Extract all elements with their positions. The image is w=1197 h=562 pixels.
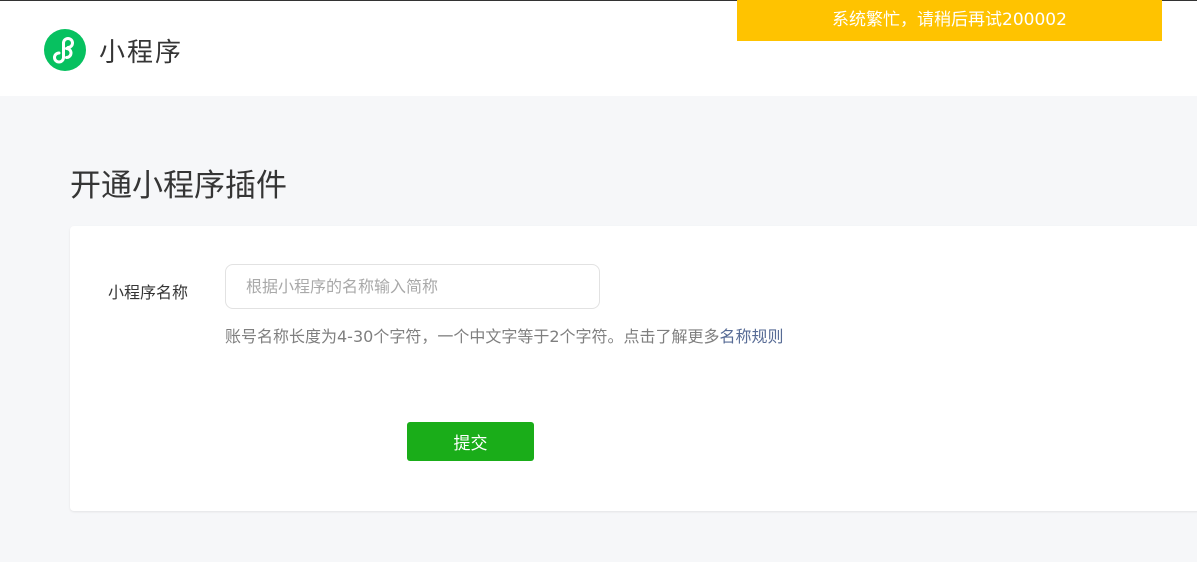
miniprogram-logo-icon xyxy=(44,29,86,71)
name-input[interactable] xyxy=(225,264,600,309)
name-rules-link[interactable]: 名称规则 xyxy=(720,327,784,346)
name-hint-text: 账号名称长度为4-30个字符，一个中文字等于2个字符。点击了解更多 xyxy=(225,327,720,346)
name-field-label: 小程序名称 xyxy=(108,283,189,302)
form-card: 小程序名称 账号名称长度为4-30个字符，一个中文字等于2个字符。点击了解更多名… xyxy=(70,226,1197,511)
page-title: 开通小程序插件 xyxy=(70,168,287,204)
name-hint: 账号名称长度为4-30个字符，一个中文字等于2个字符。点击了解更多名称规则 xyxy=(225,323,784,347)
submit-button[interactable]: 提交 xyxy=(407,422,534,461)
brand-name: 小程序 xyxy=(99,38,184,68)
error-toast: 系统繁忙，请稍后再试200002 xyxy=(737,0,1162,41)
